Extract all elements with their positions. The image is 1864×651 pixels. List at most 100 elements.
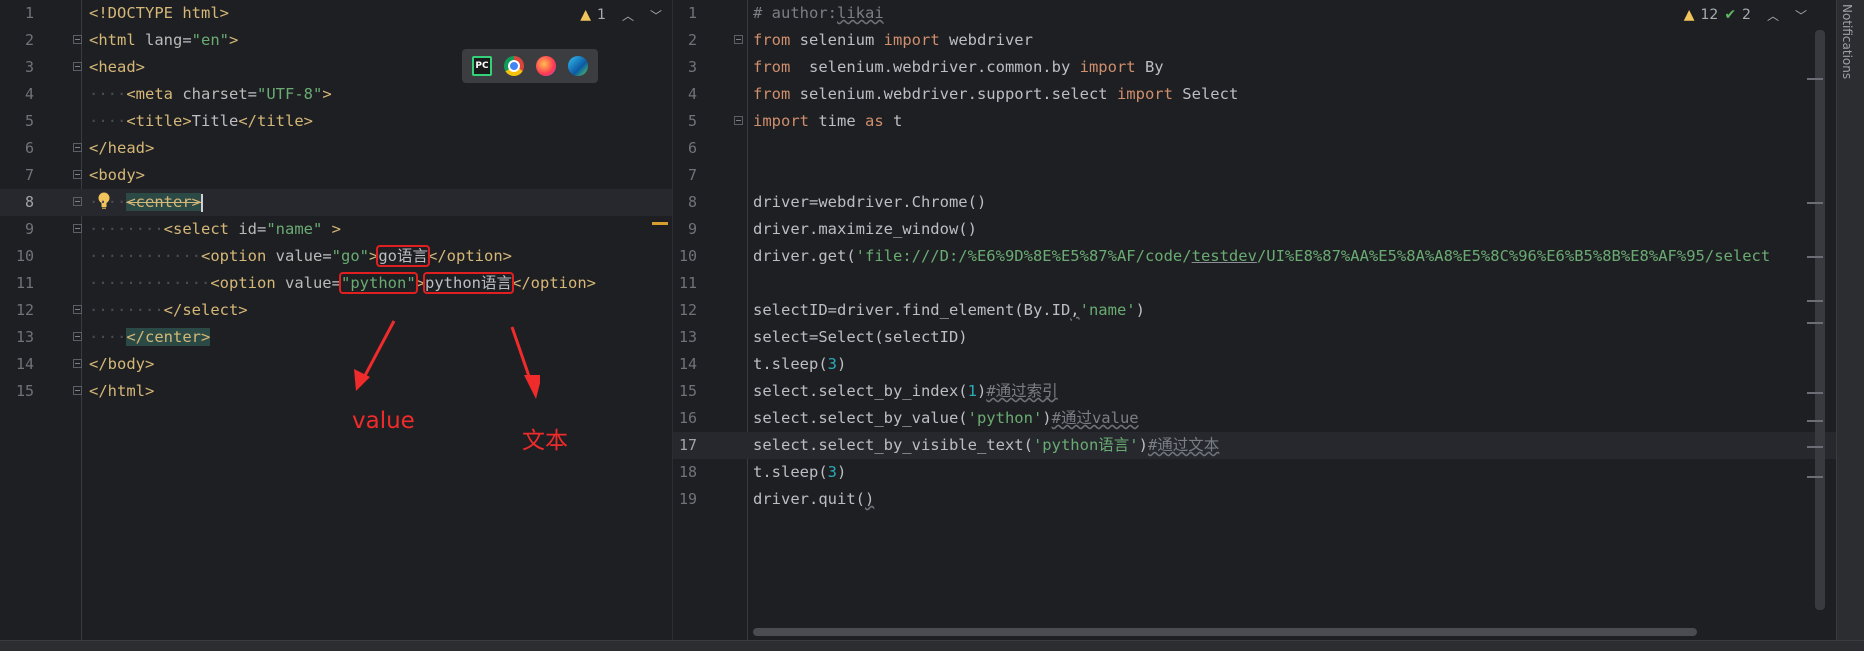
code-line[interactable]: 10 ············<option value="go">go语言</o… bbox=[0, 243, 672, 270]
fold-icon[interactable] bbox=[73, 386, 82, 395]
code-line[interactable]: 4 ····<meta charset="UTF-8"> bbox=[0, 81, 672, 108]
python-editor-pane[interactable]: ▲ 12 ✔ 2 ︿ ﹀ 1 # author:likai 2 from selen… bbox=[672, 0, 1837, 640]
error-stripe-mark[interactable] bbox=[1807, 476, 1823, 478]
code-line[interactable]: 5 ····<title>Title</title> bbox=[0, 108, 672, 135]
code-token: ) bbox=[837, 463, 847, 481]
code-line[interactable]: 14 t.sleep(3) bbox=[673, 351, 1837, 378]
code-line[interactable]: 18 t.sleep(3) bbox=[673, 459, 1837, 486]
code-line[interactable]: 6 bbox=[673, 135, 1837, 162]
fold-icon[interactable] bbox=[734, 116, 743, 125]
line-number: 11 bbox=[678, 274, 697, 292]
code-line[interactable]: 11 bbox=[673, 270, 1837, 297]
code-token: > bbox=[415, 274, 425, 292]
code-line[interactable]: 4 from selenium.webdriver.support.select … bbox=[673, 81, 1837, 108]
fold-icon[interactable] bbox=[73, 332, 82, 341]
code-token: </select> bbox=[163, 301, 248, 319]
line-number: 6 bbox=[687, 139, 697, 157]
pycharm-icon[interactable]: PC bbox=[472, 56, 492, 76]
horizontal-scrollbar[interactable] bbox=[753, 628, 1697, 636]
code-token: import bbox=[1079, 58, 1136, 76]
fold-icon[interactable] bbox=[73, 35, 82, 44]
code-token: driver.quit( bbox=[753, 490, 865, 508]
code-token: likai bbox=[837, 4, 884, 22]
code-line[interactable]: 10 driver.get('file:///D:/%E6%9D%8E%E5%87… bbox=[673, 243, 1837, 270]
code-line[interactable]: 13 select=Select(selectID) bbox=[673, 324, 1837, 351]
code-line[interactable]: 7 <body> bbox=[0, 162, 672, 189]
error-stripe-mark[interactable] bbox=[1807, 78, 1823, 80]
error-stripe-mark[interactable] bbox=[1807, 392, 1823, 394]
code-line[interactable]: 5 import time as t bbox=[673, 108, 1837, 135]
code-line[interactable]: 1 <!DOCTYPE html> bbox=[0, 0, 672, 27]
code-token: 'python语言' bbox=[1032, 436, 1139, 454]
code-token: import bbox=[883, 31, 940, 49]
code-token: </html> bbox=[89, 382, 155, 400]
notifications-tab[interactable]: Notifications bbox=[1840, 4, 1854, 79]
line-number: 10 bbox=[678, 247, 697, 265]
error-stripe-mark[interactable] bbox=[1807, 256, 1823, 258]
code-line[interactable]: 16 select.select_by_value('python')#通过val… bbox=[673, 405, 1837, 432]
fold-icon[interactable] bbox=[734, 35, 743, 44]
line-number: 19 bbox=[678, 490, 697, 508]
fold-icon[interactable] bbox=[73, 170, 82, 179]
fold-icon[interactable] bbox=[73, 305, 82, 314]
code-line-current[interactable]: 17 select.select_by_visible_text('python语… bbox=[673, 432, 1837, 459]
code-token: as bbox=[865, 112, 884, 130]
firefox-icon[interactable] bbox=[536, 56, 556, 76]
code-token-deprecated: <center> bbox=[126, 193, 201, 211]
line-number: 14 bbox=[15, 355, 34, 373]
code-line-current[interactable]: 8 ····<center> bbox=[0, 189, 672, 216]
code-line[interactable]: 14 </body> bbox=[0, 351, 672, 378]
code-token: # author: bbox=[753, 4, 837, 22]
code-token: selenium.webdriver.support.select bbox=[790, 85, 1117, 103]
fold-icon[interactable] bbox=[73, 224, 82, 233]
code-token: 1 bbox=[967, 382, 977, 400]
code-token: > bbox=[229, 31, 239, 49]
code-token: <head> bbox=[89, 58, 145, 76]
code-token: 'file:///D:/%E6%9D%8E%E5%87%AF/code/ bbox=[855, 247, 1192, 265]
code-line[interactable]: 7 bbox=[673, 162, 1837, 189]
code-token: 'name' bbox=[1079, 301, 1136, 319]
code-line[interactable]: 3 from selenium.webdriver.common.by impor… bbox=[673, 54, 1837, 81]
code-token: charset bbox=[182, 85, 248, 103]
code-line[interactable]: 12 ········</select> bbox=[0, 297, 672, 324]
chrome-icon[interactable] bbox=[504, 56, 524, 76]
code-line[interactable]: 12 selectID=driver.find_element(By.ID,'na… bbox=[673, 297, 1837, 324]
fold-icon[interactable] bbox=[73, 143, 82, 152]
line-number: 10 bbox=[15, 247, 34, 265]
line-number: 2 bbox=[687, 31, 697, 49]
code-comment: #通过value bbox=[1051, 409, 1139, 427]
error-stripe-mark[interactable] bbox=[1807, 322, 1823, 324]
code-token: import bbox=[753, 112, 809, 130]
code-line[interactable]: 1 # author:likai bbox=[673, 0, 1837, 27]
code-token: = bbox=[256, 220, 267, 238]
error-stripe-mark[interactable] bbox=[1807, 446, 1823, 448]
fold-icon[interactable] bbox=[73, 359, 82, 368]
highlighted-option-value: "python" bbox=[339, 272, 418, 294]
code-token: = bbox=[331, 274, 341, 292]
code-line[interactable]: 9 ········<select id="name" > bbox=[0, 216, 672, 243]
code-token: "en" bbox=[191, 31, 229, 49]
error-stripe-mark[interactable] bbox=[1807, 300, 1823, 302]
error-stripe-mark[interactable] bbox=[1807, 202, 1823, 204]
code-line[interactable]: 13 ····</center> bbox=[0, 324, 672, 351]
line-number: 15 bbox=[15, 382, 34, 400]
line-number: 7 bbox=[687, 166, 697, 184]
html-editor-pane[interactable]: ▲ 1 ︿ ﹀ 1 <!DOCTYPE html> 2 <html lang="en… bbox=[0, 0, 672, 640]
code-line[interactable]: 6 </head> bbox=[0, 135, 672, 162]
code-line[interactable]: 9 driver.maximize_window() bbox=[673, 216, 1837, 243]
fold-icon[interactable] bbox=[73, 197, 82, 206]
code-line[interactable]: 2 from selenium import webdriver bbox=[673, 27, 1837, 54]
code-line[interactable]: 15 select.select_by_index(1)#通过索引 bbox=[673, 378, 1837, 405]
code-line[interactable]: 15 </html> bbox=[0, 378, 672, 405]
code-token: from bbox=[753, 31, 791, 49]
code-line[interactable]: 8 driver=webdriver.Chrome() bbox=[673, 189, 1837, 216]
fold-icon[interactable] bbox=[73, 62, 82, 71]
highlighted-option-text: python语言 bbox=[423, 272, 514, 294]
edge-icon[interactable] bbox=[568, 56, 588, 76]
code-token: import bbox=[1116, 85, 1173, 103]
error-stripe-mark[interactable] bbox=[1807, 420, 1823, 422]
line-number: 15 bbox=[678, 382, 697, 400]
vertical-scrollbar[interactable] bbox=[1807, 30, 1825, 610]
code-line[interactable]: 11 ·············<option value="python">py… bbox=[0, 270, 672, 297]
code-line[interactable]: 19 driver.quit() bbox=[673, 486, 1837, 513]
